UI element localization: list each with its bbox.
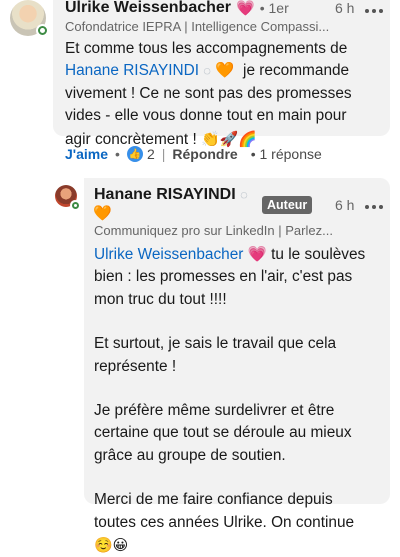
comment-line: vides - elle vous donne tout en main pou…	[65, 107, 347, 125]
more-options-icon[interactable]	[365, 202, 383, 212]
author-badge: Auteur	[262, 196, 313, 214]
comment-author-name[interactable]: Ulrike Weissenbacher	[65, 0, 231, 17]
more-options-icon[interactable]	[365, 6, 383, 16]
mention-link[interactable]: Ulrike Weissenbacher	[94, 246, 243, 263]
verified-icon: ◌	[203, 63, 212, 79]
smile-emojis: ☺️😀	[94, 536, 129, 555]
clap-rocket-rainbow-emojis: 👏🚀🌈	[201, 129, 258, 148]
reaction-count[interactable]: 2	[147, 146, 155, 162]
reply-line: Ulrike Weissenbacher 💗 tu le soulèves	[94, 244, 384, 266]
comment-line: Et comme tous les accompagnements de	[65, 40, 348, 57]
connection-degree: • 1er	[259, 0, 289, 16]
purple-heart-icon: 💗	[247, 246, 267, 263]
mention-link[interactable]: Hanane RISAYINDI	[65, 62, 199, 79]
online-status-icon	[36, 24, 49, 37]
comment-header: Ulrike Weissenbacher 💗 • 1er	[65, 0, 365, 19]
comment-line-tail: je recommande	[243, 62, 350, 80]
reply-line-tail: tu le soulèves	[271, 246, 366, 263]
orange-heart-icon: 🧡	[93, 205, 112, 222]
reply-line: représente !	[94, 357, 177, 375]
comment-line: Hanane RISAYINDI ◌ 🧡 je recommande	[65, 60, 375, 82]
comment-author-headline: Cofondatrice IEPRA | Intelligence Compas…	[65, 19, 330, 34]
reply-count[interactable]: • 1 réponse	[251, 146, 322, 162]
reply-line: ☺️😀	[94, 534, 384, 557]
reply-time: 6 h	[335, 197, 355, 213]
reply-line: Je préfère même surdelivrer et être	[94, 402, 335, 420]
reply-line: bien : les promesses en l'air, c'est pas	[94, 268, 353, 286]
reply-line: Merci de me faire confiance depuis	[94, 491, 333, 509]
reply-button[interactable]: Répondre	[172, 146, 237, 162]
reply-line: Et surtout, je sais le travail que cela	[94, 335, 337, 353]
online-status-icon	[70, 200, 80, 210]
reply-text: Ulrike Weissenbacher 💗 tu le soulèves bi…	[94, 244, 384, 557]
divider: |	[161, 146, 166, 162]
separator: •	[115, 146, 120, 162]
verified-icon: ◌	[240, 187, 248, 202]
comment-line: vivement ! Ce ne sont pas des promesses	[65, 84, 352, 102]
orange-heart-icon: 🧡	[215, 62, 235, 80]
reply-line: certaine que tout se déroule au mieux	[94, 424, 352, 442]
comment-actions: J'aime • 👍 2 | Répondre • 1 réponse	[65, 146, 322, 162]
purple-heart-icon: 💗	[236, 0, 255, 17]
like-reaction-icon: 👍	[126, 146, 143, 162]
reply-header: Hanane RISAYINDI ◌	[94, 186, 264, 204]
reply-line: grâce au groupe de soutien.	[94, 446, 286, 464]
reply-line: toutes ces années Ulrike. On continue	[94, 513, 355, 531]
reply-author-headline: Communiquez pro sur LinkedIn | Parlez...	[94, 223, 333, 238]
reply-line: mon truc du tout !!!!	[94, 290, 227, 308]
comment-time: 6 h	[335, 0, 355, 16]
like-button[interactable]: J'aime	[65, 146, 108, 162]
reply-author-name[interactable]: Hanane RISAYINDI	[94, 186, 236, 203]
comment-text: Et comme tous les accompagnements de Han…	[65, 38, 375, 151]
